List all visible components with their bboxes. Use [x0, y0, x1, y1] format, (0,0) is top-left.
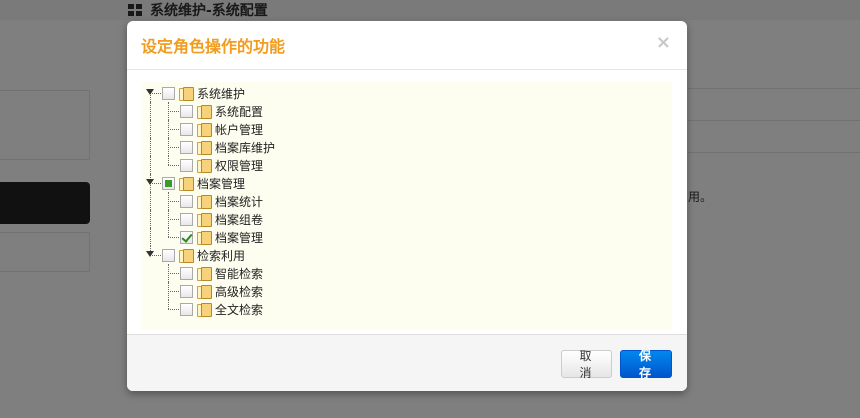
tree-checkbox[interactable]	[180, 212, 193, 226]
tree-node[interactable]: 档案组卷	[142, 210, 672, 228]
tree-node-label: 档案库维护	[215, 140, 276, 155]
folder-icon	[178, 248, 194, 263]
tree-node-label: 档案组卷	[215, 212, 264, 227]
tree-connector	[168, 201, 179, 202]
save-button[interactable]: 保存	[620, 349, 672, 380]
tree-node[interactable]: 检索利用	[142, 246, 672, 264]
tree-node[interactable]: 帐户管理	[142, 120, 672, 138]
folder-icon	[196, 122, 212, 137]
expand-arrow-icon[interactable]	[146, 251, 154, 257]
folder-icon	[196, 302, 212, 317]
tree-checkbox[interactable]	[180, 266, 193, 280]
folder-icon	[196, 158, 212, 173]
folder-icon	[196, 140, 212, 155]
close-icon[interactable]: ×	[656, 34, 671, 52]
tree-connector	[168, 228, 169, 237]
tree-connector	[150, 156, 151, 174]
tree-node-label: 全文检索	[215, 302, 264, 317]
tree-node-label: 档案管理	[197, 176, 246, 191]
folder-icon	[196, 212, 212, 227]
tree-connector	[168, 300, 169, 309]
tree-node[interactable]: 系统维护	[142, 84, 672, 102]
tree-connector	[150, 102, 151, 120]
expand-arrow-icon[interactable]	[146, 89, 154, 95]
cancel-button[interactable]: 取消	[561, 349, 612, 380]
tree-connector	[168, 309, 179, 310]
dialog-title: 设定角色操作的功能	[141, 37, 286, 56]
dialog-body: 系统维护 系统配置 帐户管理 档案库维护 权限管理 档案管理 档案统计 档案组卷 档案管理 检索利…	[127, 70, 687, 334]
folder-icon	[196, 284, 212, 299]
tree-node-label: 系统维护	[197, 86, 246, 101]
folder-icon	[178, 176, 194, 191]
tree-node-label: 系统配置	[215, 104, 264, 119]
tree-connector	[150, 228, 151, 246]
tree-checkbox[interactable]	[180, 302, 193, 316]
expand-arrow-icon[interactable]	[146, 179, 154, 185]
tree-connector	[168, 291, 179, 292]
tree-connector	[168, 273, 179, 274]
tree-checkbox[interactable]	[180, 158, 193, 172]
role-function-dialog: 设定角色操作的功能 × 系统维护 系统配置 帐户管理 档案库维护 权限管理 档案管理 档案统…	[127, 21, 687, 391]
tree-connector	[168, 147, 179, 148]
tree-checkbox[interactable]	[162, 248, 175, 262]
folder-icon	[196, 104, 212, 119]
tree-connector	[150, 210, 151, 228]
tree-checkbox[interactable]	[180, 284, 193, 298]
tree-checkbox[interactable]	[162, 176, 175, 190]
tree-node-label: 检索利用	[197, 248, 246, 263]
tree-connector	[168, 129, 179, 130]
tree-node[interactable]: 全文检索	[142, 300, 672, 318]
tree-node[interactable]: 智能检索	[142, 264, 672, 282]
tree-node-label: 智能检索	[215, 266, 264, 281]
tree-checkbox[interactable]	[180, 140, 193, 154]
tree-connector	[150, 138, 151, 156]
tree-node-label: 权限管理	[215, 158, 264, 173]
tree-node[interactable]: 系统配置	[142, 102, 672, 120]
tree-checkbox[interactable]	[180, 122, 193, 136]
dialog-footer: 取消 保存	[127, 334, 687, 391]
folder-icon	[196, 266, 212, 281]
tree-connector	[150, 120, 151, 138]
tree-connector	[168, 165, 179, 166]
dialog-header: 设定角色操作的功能 ×	[127, 21, 687, 70]
tree-node[interactable]: 权限管理	[142, 156, 672, 174]
tree-node[interactable]: 档案管理	[142, 228, 672, 246]
tree-connector	[168, 237, 179, 238]
tree-node[interactable]: 高级检索	[142, 282, 672, 300]
tree-node-label: 高级检索	[215, 284, 264, 299]
tree-node-label: 档案管理	[215, 230, 264, 245]
tree-connector	[168, 111, 179, 112]
tree-checkbox[interactable]	[162, 86, 175, 100]
tree-connector	[168, 156, 169, 165]
tree-node[interactable]: 档案库维护	[142, 138, 672, 156]
tree-node-label: 档案统计	[215, 194, 264, 209]
tree-node-label: 帐户管理	[215, 122, 264, 137]
tree-connector	[150, 192, 151, 210]
tree-checkbox[interactable]	[180, 104, 193, 118]
folder-icon	[178, 86, 194, 101]
tree-checkbox[interactable]	[180, 230, 193, 244]
tree-checkbox[interactable]	[180, 194, 193, 208]
function-tree: 系统维护 系统配置 帐户管理 档案库维护 权限管理 档案管理 档案统计 档案组卷 档案管理 检索利…	[142, 82, 672, 330]
tree-connector	[168, 219, 179, 220]
tree-node[interactable]: 档案统计	[142, 192, 672, 210]
tree-node[interactable]: 档案管理	[142, 174, 672, 192]
folder-icon	[196, 230, 212, 245]
folder-icon	[196, 194, 212, 209]
